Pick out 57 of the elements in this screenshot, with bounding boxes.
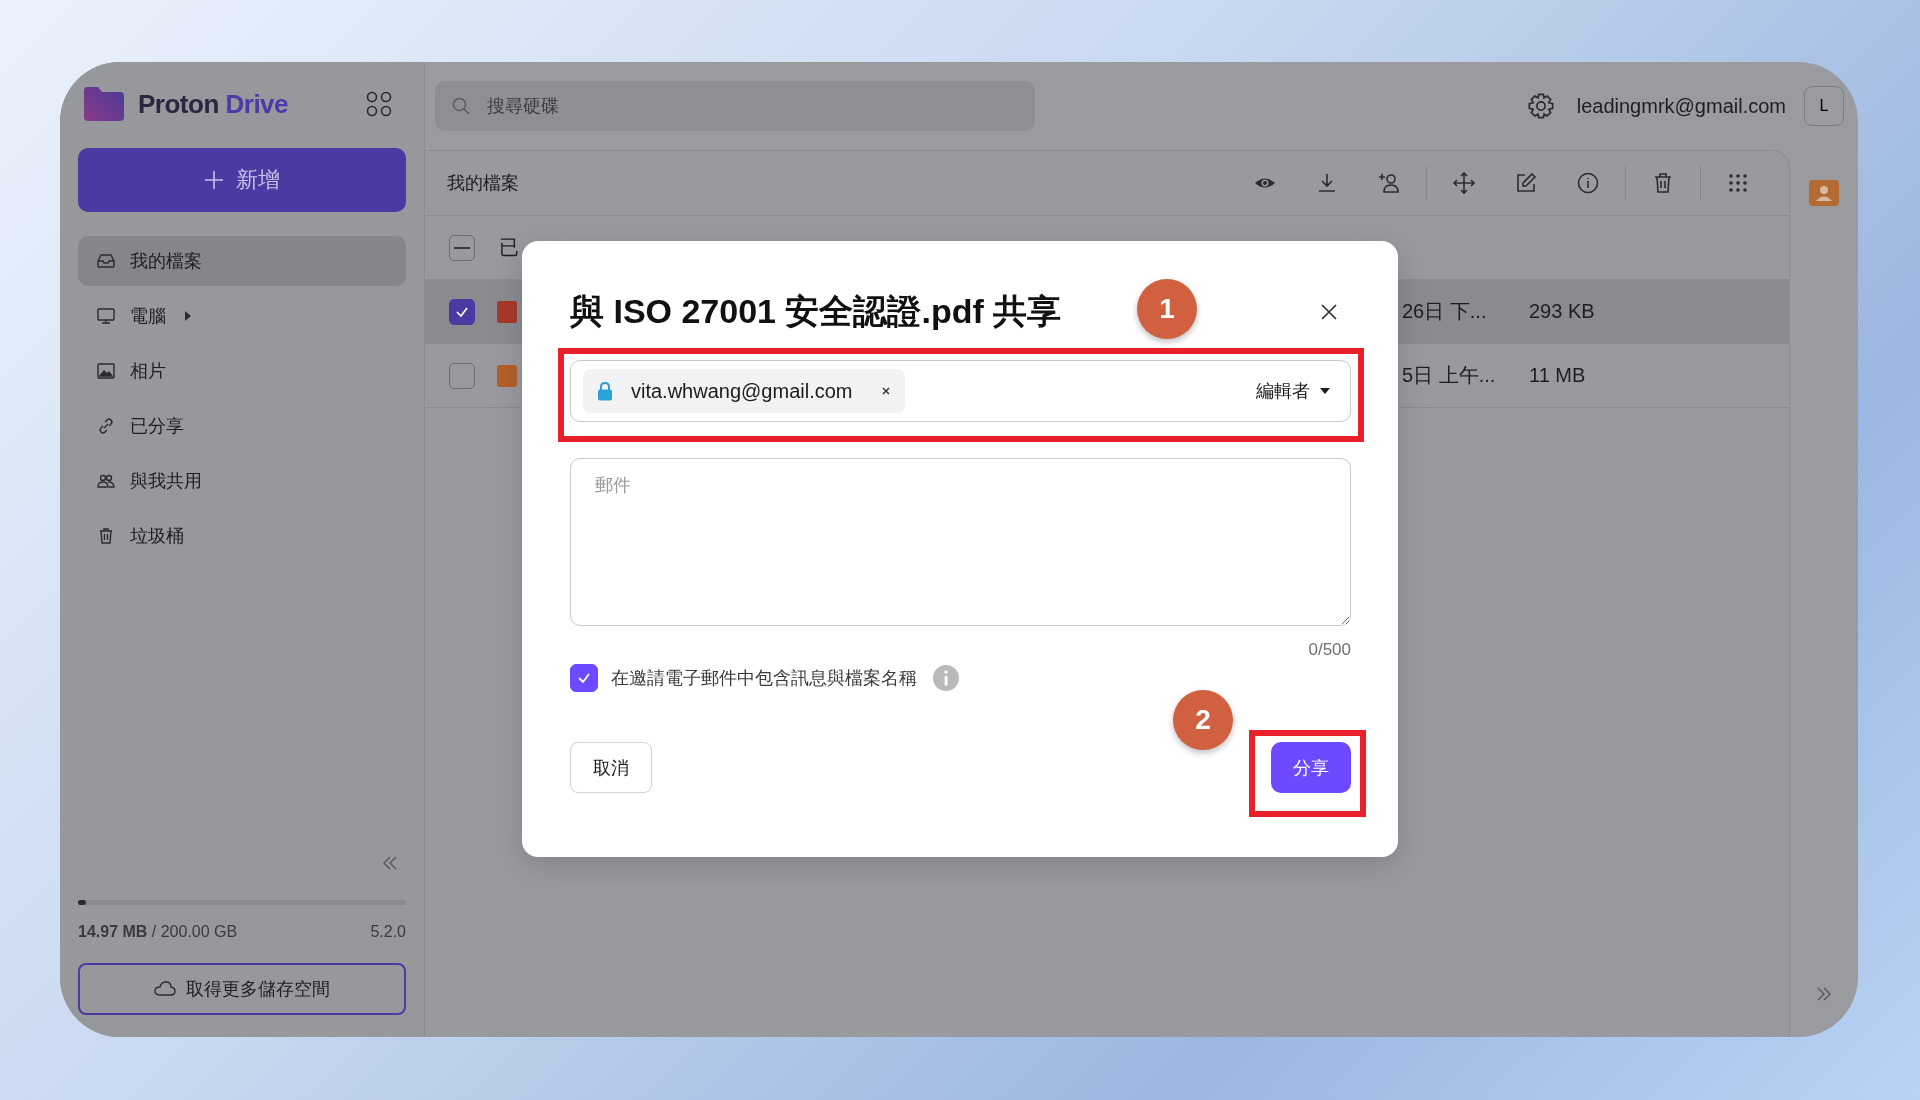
sidebar-item[interactable]: 已分享 [78,401,406,451]
caret-icon [1320,388,1330,394]
apps-grid-icon[interactable] [366,91,392,117]
recipient-chip[interactable]: vita.whwang@gmail.com [583,369,905,413]
share-button[interactable]: 分享 [1271,742,1351,793]
info-icon[interactable] [1576,171,1600,195]
link-icon [96,416,116,436]
edit-icon[interactable] [1514,171,1538,195]
sidebar-item[interactable]: 電腦 [78,291,406,341]
cancel-button[interactable]: 取消 [570,742,652,793]
plus-icon [204,170,224,190]
recipient-field[interactable]: vita.whwang@gmail.com 編輯者 [570,360,1351,422]
role-dropdown[interactable]: 編輯者 [1250,379,1336,403]
breadcrumb[interactable]: 我的檔案 [447,171,519,195]
app-logo: Proton Drive [138,88,289,120]
settings-icon[interactable] [1526,92,1555,120]
step-badge: 1 [1137,279,1197,339]
sidebar-item[interactable]: 垃圾桶 [78,511,406,561]
sidebar-item[interactable]: 相片 [78,346,406,396]
collapse-icon[interactable] [382,856,398,870]
message-field[interactable]: 郵件 [570,458,1351,626]
inbox-icon [96,251,116,271]
char-counter: 0/500 [1307,640,1351,660]
folder-logo-icon [84,87,124,121]
get-storage-button[interactable]: 取得更多儲存空間 [78,963,406,1015]
cloud-icon [154,981,176,997]
sidebar-item[interactable]: 我的檔案 [78,236,406,286]
more-dots-icon[interactable] [1726,171,1750,195]
account-email[interactable]: leadingmrk@gmail.com [1576,94,1786,118]
include-checkbox[interactable] [570,664,598,692]
lock-icon [597,381,613,401]
file-size: 11 MB [1529,364,1586,387]
file-size: 293 KB [1529,300,1595,323]
remove-icon[interactable] [880,386,891,396]
row-checkbox[interactable] [449,362,475,389]
expand-caret-icon[interactable] [184,311,192,321]
selection-label: 已 [499,235,519,260]
modified-date: 5日 上午... [1402,363,1497,388]
select-all-checkbox[interactable] [449,234,475,261]
sidebar-item[interactable]: 與我共用 [78,456,406,506]
app-version: 5.2.0 [370,923,406,941]
move-icon[interactable] [1452,171,1476,195]
monitor-icon [96,306,116,326]
search-field[interactable]: 搜尋硬碟 [435,81,1035,131]
add-user-icon[interactable] [1377,171,1401,195]
step-badge: 2 [1173,690,1233,750]
expand-icon[interactable] [1816,987,1832,1001]
avatar-button[interactable]: L [1804,86,1844,126]
image-icon [96,361,116,381]
row-checkbox[interactable] [449,298,475,325]
modified-date: 26日 下... [1402,299,1488,324]
new-button[interactable]: 新增 [78,148,406,212]
storage-usage: 14.97 MB / 200.00 GB [78,923,238,941]
dialog-title: 與 ISO 27001 安全認證.pdf 共享 [570,291,1062,332]
include-label[interactable]: 在邀請電子郵件中包含訊息與檔案名稱 [611,666,917,690]
search-icon [451,96,471,116]
close-icon[interactable] [1319,302,1339,322]
